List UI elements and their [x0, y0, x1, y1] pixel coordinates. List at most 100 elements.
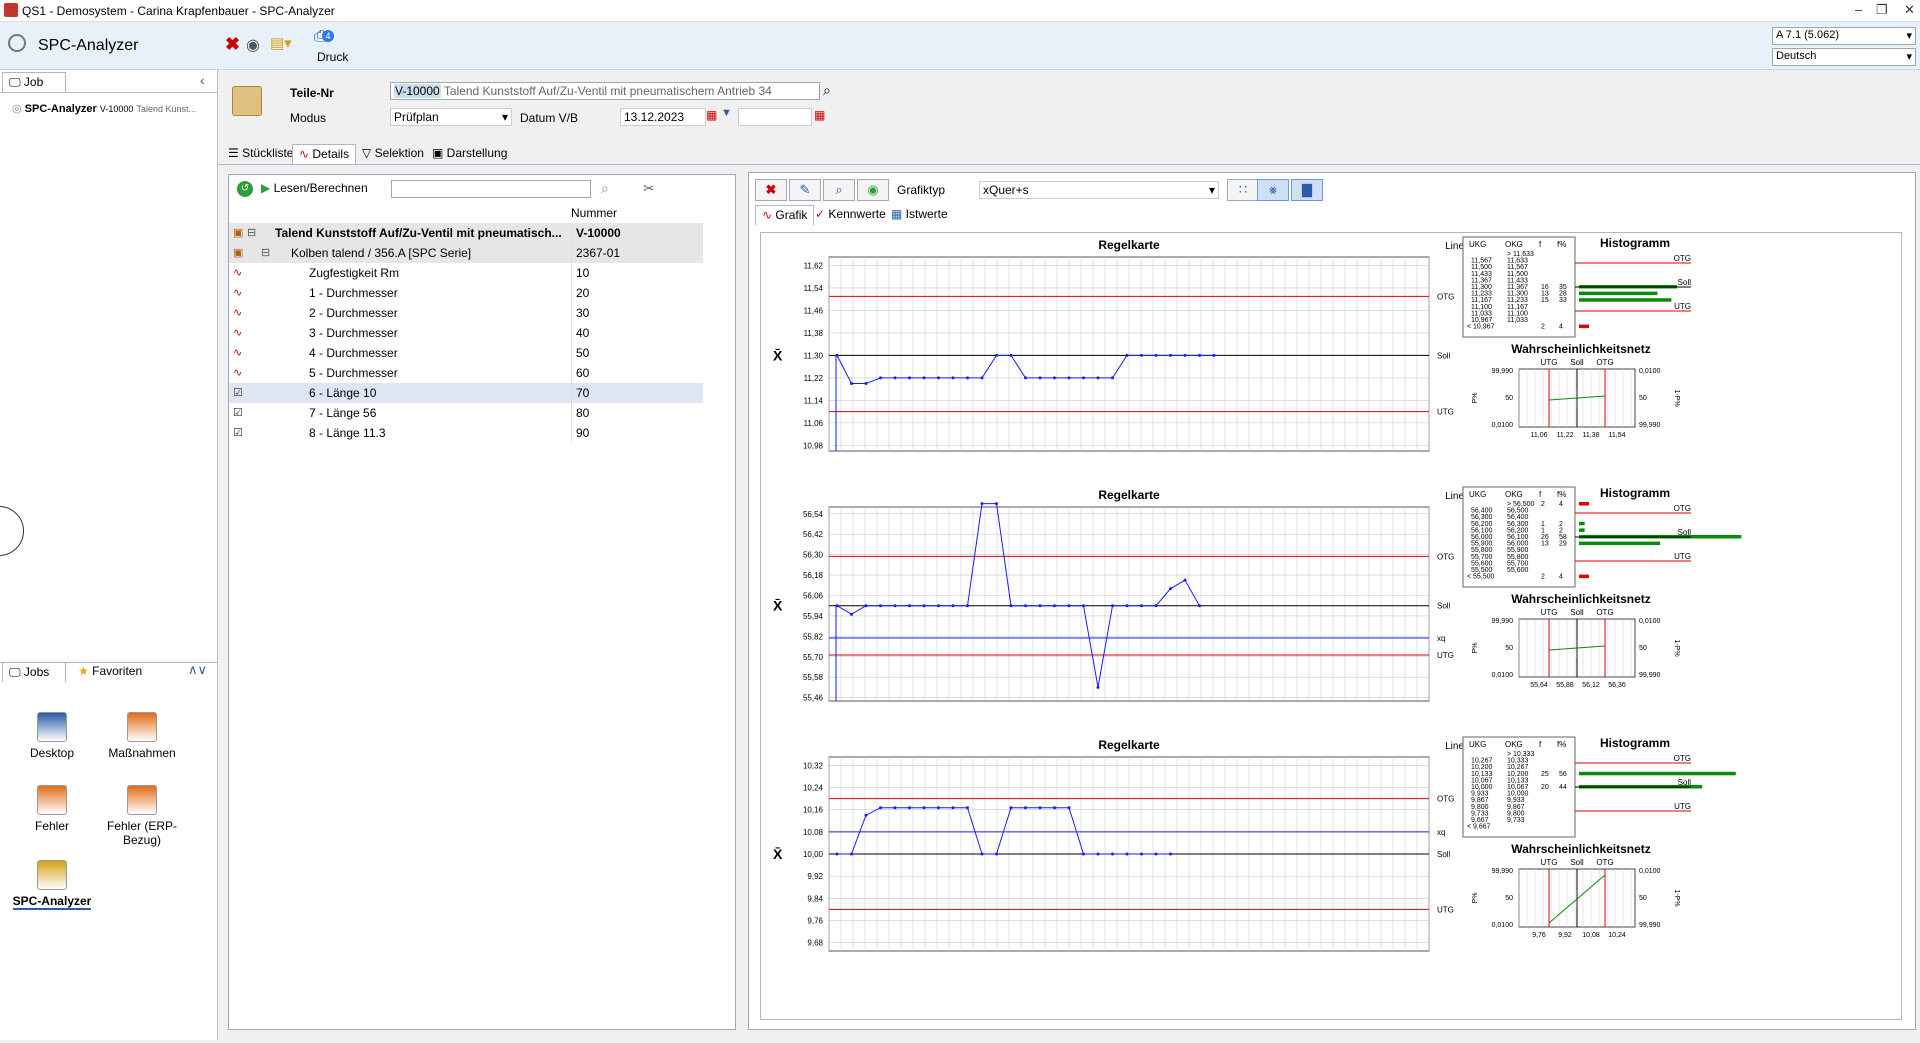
tree-filter-input[interactable]	[391, 180, 591, 198]
tree-row[interactable]: ∿ 3 - Durchmesser 40	[229, 323, 703, 343]
tree-row[interactable]: ▣ ⊟ Talend Kunststoff Auf/Zu-Ventil mit pn…	[229, 223, 703, 243]
scroll-indicator[interactable]	[0, 506, 24, 556]
settings-icon[interactable]: ✂	[643, 180, 655, 197]
data-point	[1082, 376, 1085, 380]
expand-icon[interactable]: ∧∨	[188, 662, 207, 678]
prob-right-label: 50	[1639, 645, 1647, 652]
data-point	[1140, 852, 1143, 856]
edit-button[interactable]: ✎	[789, 179, 821, 201]
limit-label: OTG	[1437, 292, 1454, 301]
chart-node-icon: ∿	[233, 307, 243, 319]
search-icon[interactable]: ⌕	[601, 180, 609, 197]
collapse-toggle-icon[interactable]: ⊟	[261, 243, 270, 263]
data-point	[937, 376, 940, 380]
prob-bottom-label: 11,22	[1557, 432, 1574, 439]
calendar-icon[interactable]: ▦	[706, 108, 717, 122]
hist-col-header: UKG	[1469, 240, 1486, 249]
checkbox-icon[interactable]: ☑	[233, 383, 249, 403]
tab-kennwerte[interactable]: ✓ Kennwerte	[815, 207, 886, 221]
histogram-view-button[interactable]: ▇	[1291, 179, 1323, 201]
zoom-button[interactable]: ⌕	[823, 179, 855, 201]
prob-left-label: 99,990	[1492, 868, 1514, 875]
close-job-icon[interactable]: ✖	[225, 34, 240, 55]
collapse-left-icon[interactable]: ‹	[200, 72, 205, 88]
chart-options-button[interactable]: ∷	[1227, 179, 1259, 201]
date-dropdown-icon[interactable]: ▼	[721, 107, 732, 119]
data-point	[1125, 852, 1129, 856]
app-tile-4[interactable]: Fehler (ERP-Bezug)	[98, 785, 186, 847]
y-tick-label: 55,82	[803, 632, 824, 641]
job-entry[interactable]: ◎ SPC-Analyzer V-10000 Talend Kunst...	[12, 102, 196, 115]
checkbox-icon[interactable]: ☑	[233, 423, 249, 443]
spc-app-icon	[8, 34, 26, 52]
tree-row[interactable]: ☑ 6 - Länge 10 70	[229, 383, 703, 403]
collapse-toggle-icon[interactable]: ⊟	[247, 223, 256, 243]
part-input[interactable]: V-10000 Talend Kunststoff Auf/Zu-Ventil …	[390, 82, 820, 100]
tree-row[interactable]: ∿ 5 - Durchmesser 60	[229, 363, 703, 383]
tab-grafik[interactable]: ∿ Grafik	[755, 205, 815, 225]
part-search-icon[interactable]: ⌕	[823, 82, 831, 99]
data-point	[980, 376, 984, 380]
chart-icon: ∿	[762, 208, 776, 222]
tree-row[interactable]: ∿ Zugfestigkeit Rm 10	[229, 263, 703, 283]
data-point	[1125, 604, 1129, 608]
data-point	[995, 852, 998, 856]
prob-left-label: 99,990	[1492, 618, 1514, 625]
checkbox-icon[interactable]: ☑	[233, 403, 249, 423]
date-to-input[interactable]	[738, 108, 812, 126]
data-point	[937, 604, 940, 608]
prob-right-label: 0,0100	[1639, 618, 1661, 625]
tab-selektion[interactable]: ▽ Selektion	[362, 146, 424, 160]
graph-type-select[interactable]: xQuer+s ▾	[979, 181, 1219, 199]
tree-row[interactable]: ☑ 7 - Länge 56 80	[229, 403, 703, 423]
date-from-input[interactable]: 13.12.2023	[620, 108, 706, 126]
mode-select[interactable]: Prüfplan ▾	[390, 108, 512, 126]
tree-row[interactable]: ∿ 4 - Durchmesser 50	[229, 343, 703, 363]
tree-row[interactable]: ☑ 8 - Länge 11.3 90	[229, 423, 703, 443]
filter-icon: ▽	[362, 146, 375, 160]
data-point	[1111, 376, 1114, 380]
tab-stueckliste-label: Stückliste	[242, 146, 294, 160]
y-tick-label: 10,16	[803, 806, 824, 815]
version-select[interactable]: A 7.1 (5.062) ▾	[1772, 27, 1916, 45]
app-tile-5[interactable]: SPC-Analyzer	[8, 860, 96, 910]
delete-button[interactable]: ✖	[755, 179, 787, 201]
close-window-button[interactable]: ✕	[1904, 2, 1915, 18]
hist-col-header: OKG	[1505, 490, 1523, 499]
tab-darstellung[interactable]: ▣ Darstellung	[432, 146, 507, 160]
refresh-button[interactable]: ◉	[857, 179, 889, 201]
prob-ylabel-left: P%	[1472, 393, 1479, 404]
data-point	[1169, 587, 1172, 591]
hist-cell: 2	[1541, 501, 1545, 508]
hist-bar	[1579, 771, 1736, 776]
tree-row[interactable]: ▣ ⊟ Kolben talend / 356.A [SPC Serie] 2367-…	[229, 243, 703, 263]
prob-ylabel-right: 1-P%	[1673, 389, 1680, 406]
tab-stueckliste[interactable]: ☰ Stückliste	[228, 146, 293, 160]
language-select[interactable]: Deutsch ▾	[1772, 48, 1916, 66]
tree-back-icon[interactable]: ↺	[237, 181, 253, 197]
y-tick-label: 10,32	[803, 761, 824, 770]
maximize-button[interactable]: ❐	[1876, 2, 1888, 18]
tab-job[interactable]: 🖵 Job	[2, 72, 66, 92]
print-button[interactable]: ⎙ 4 Druck	[314, 28, 354, 66]
read-calc-button[interactable]: ▶ Lesen/Berechnen	[261, 181, 368, 195]
prob-bottom-label: 11,38	[1583, 432, 1600, 439]
tab-istwerte[interactable]: ▦ Istwerte	[891, 207, 948, 221]
tree-row[interactable]: ∿ 2 - Durchmesser 30	[229, 303, 703, 323]
tree-row[interactable]: ∿ 1 - Durchmesser 20	[229, 283, 703, 303]
col-number-header[interactable]: Nummer	[571, 206, 617, 220]
y-tick-label: 11,38	[804, 329, 824, 338]
app-tile-1[interactable]: Desktop	[8, 712, 96, 760]
refresh-icon[interactable]: ◉	[246, 35, 260, 55]
prob-bottom-label: 9,76	[1532, 932, 1546, 939]
tab-details[interactable]: ∿ Details	[292, 144, 357, 164]
chart-view-button[interactable]: ⨳	[1257, 179, 1289, 201]
calendar-icon[interactable]: ▦	[814, 108, 825, 122]
tree-row-label: 7 - Länge 56	[309, 406, 377, 420]
app-tile-3[interactable]: Fehler	[8, 785, 96, 833]
app-tile-2[interactable]: Maßnahmen	[98, 712, 186, 760]
tab-jobs[interactable]: 🖵 Jobs	[2, 662, 66, 682]
folder-dropdown-icon[interactable]: ▤▾	[270, 34, 292, 52]
tab-favorites[interactable]: ★ Favoriten	[78, 664, 142, 678]
minimize-button[interactable]: –	[1855, 2, 1862, 17]
